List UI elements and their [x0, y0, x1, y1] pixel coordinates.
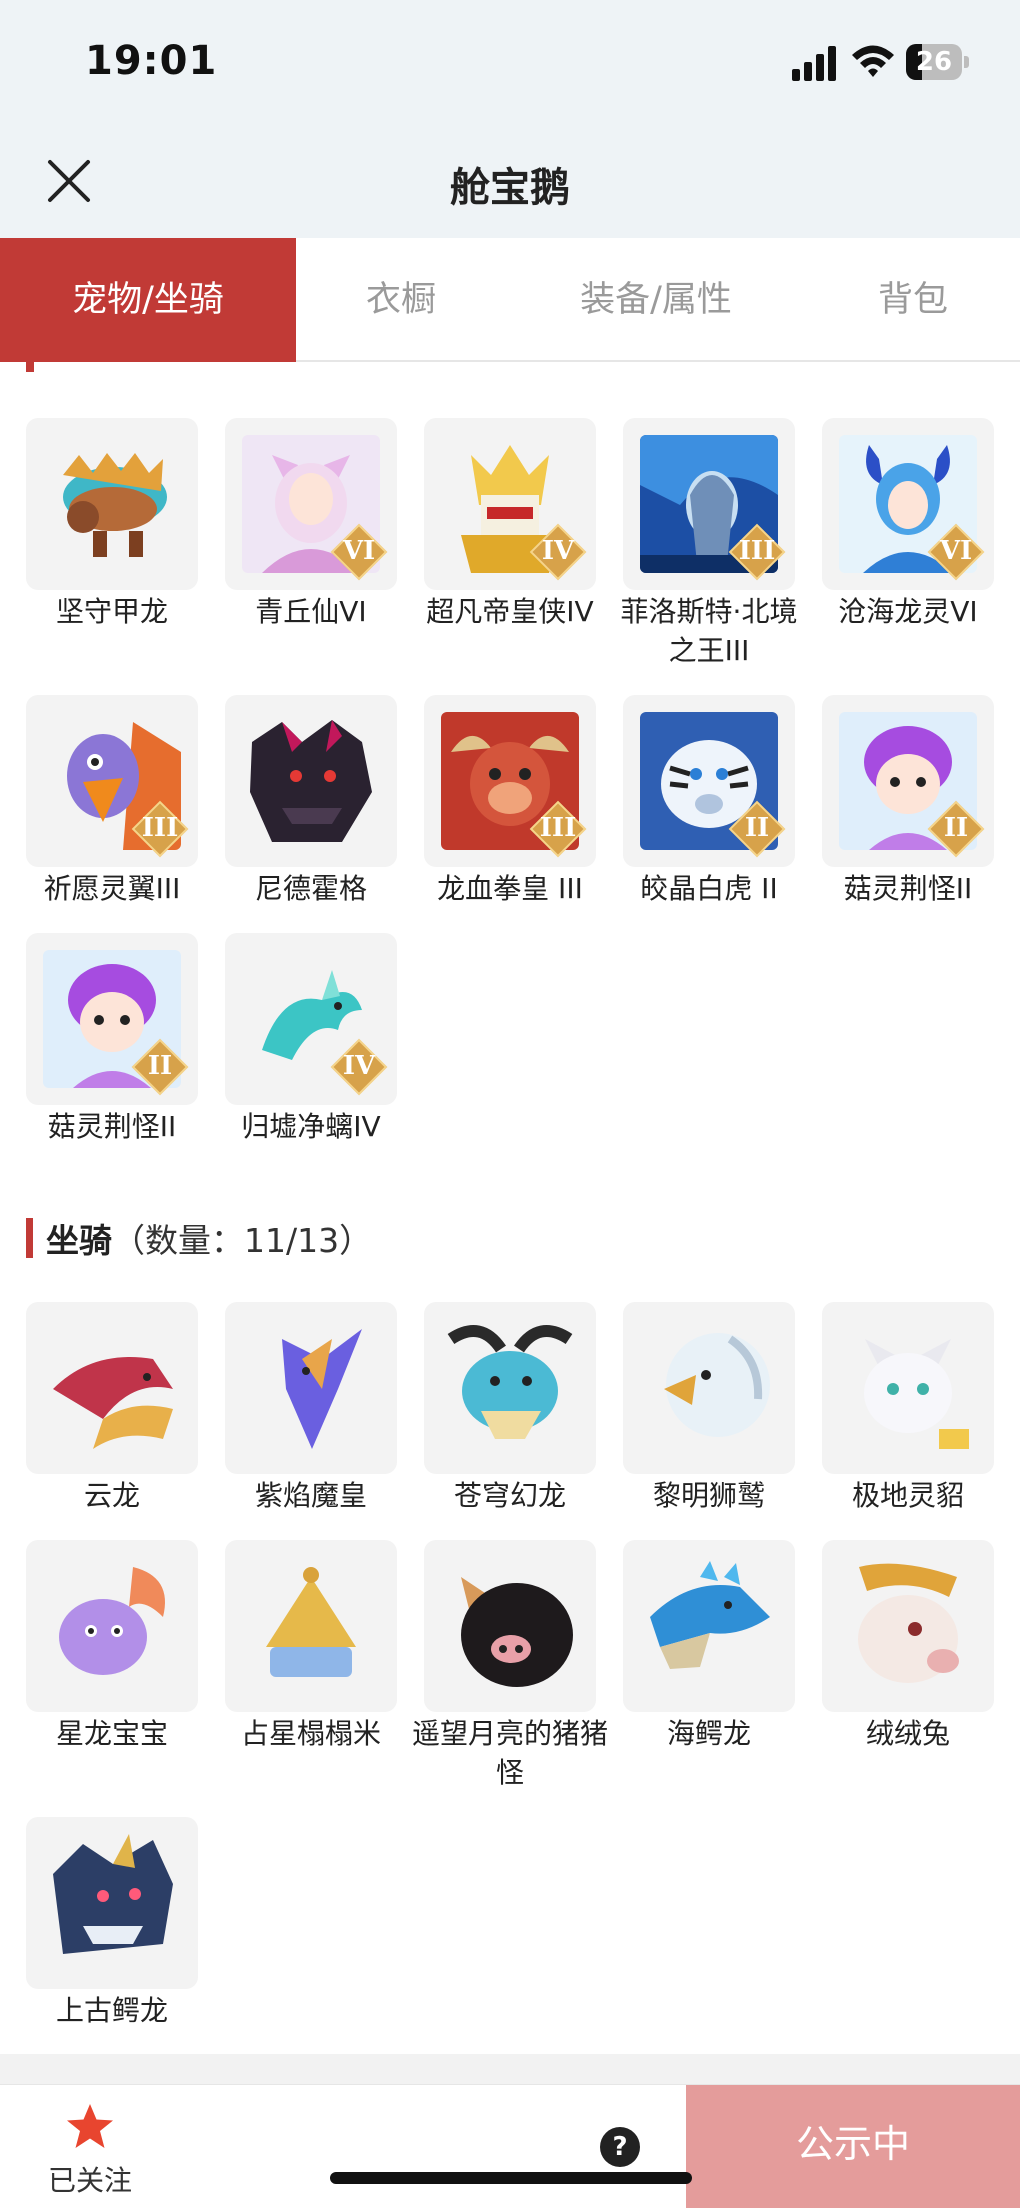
- mounts-section-title: 坐骑: [46, 1221, 112, 1260]
- mount-thumbnail: [225, 1302, 397, 1474]
- pet-name: 菇灵荆怪II: [843, 872, 973, 905]
- pet-thumbnail: III: [26, 695, 198, 867]
- status-time: 19:01: [85, 38, 218, 84]
- pet-thumbnail: III: [623, 418, 795, 590]
- pet-name: 菲洛斯特·北境之王III: [620, 595, 798, 667]
- mount-name: 遥望月亮的猪猪怪: [411, 1717, 608, 1789]
- page-title: 舱宝鹅: [450, 165, 570, 211]
- pets-section-marker: [26, 362, 34, 372]
- pet-name: 祈愿灵翼III: [43, 872, 181, 905]
- purple-flame-phoenix-mount-image: [242, 1319, 380, 1457]
- pet-name: 皎晶白虎 II: [640, 872, 778, 905]
- fluffy-rabbit-mount-image: [839, 1557, 977, 1695]
- public-status-button[interactable]: 公示中: [686, 2085, 1020, 2208]
- tab-backpack[interactable]: 背包: [806, 238, 1020, 362]
- close-icon[interactable]: [44, 156, 94, 206]
- tab-equipment-attributes[interactable]: 装备/属性: [506, 238, 806, 362]
- mounts-count: （数量：11/13）: [112, 1221, 373, 1260]
- star-icon: [67, 2104, 113, 2148]
- mount-thumbnail: [623, 1302, 795, 1474]
- battery-level: 26: [915, 47, 953, 77]
- nav-bar: 舱宝鹅: [0, 130, 1020, 238]
- bottom-action-bar: 已关注 ? 公示中: [0, 2084, 1020, 2208]
- pet-name: 尼德霍格: [254, 872, 367, 905]
- section-divider: [0, 2054, 1020, 2084]
- cellular-signal-icon: [792, 46, 836, 81]
- mount-name: 黎明狮鹫: [652, 1479, 765, 1512]
- tier-badge: III: [728, 523, 786, 581]
- pet-name: 坚守甲龙: [55, 595, 168, 628]
- mount-name: 星龙宝宝: [55, 1717, 168, 1750]
- help-icon[interactable]: ?: [600, 2127, 640, 2167]
- astrology-tatami-mount-image: [242, 1557, 380, 1695]
- cloud-dragon-mount-image: [43, 1319, 181, 1457]
- nidhogg-dragon-pet-image: [242, 712, 380, 850]
- mount-thumbnail: [623, 1540, 795, 1712]
- pet-name: 归墟净螭IV: [241, 1110, 381, 1143]
- moon-gazing-pig-mount-image: [441, 1557, 579, 1695]
- tier-badge: III: [131, 800, 189, 858]
- mount-name: 上古鳄龙: [55, 1994, 168, 2027]
- pet-thumbnail: II: [623, 695, 795, 867]
- sky-phantom-dragon-mount-image: [441, 1319, 579, 1457]
- tier-badge: IV: [529, 523, 587, 581]
- tier-badge: VI: [330, 523, 388, 581]
- pet-name: 龙血拳皇 III: [437, 872, 583, 905]
- mount-name: 云龙: [83, 1479, 140, 1512]
- mount-thumbnail: [26, 1817, 198, 1989]
- pet-thumbnail: [225, 695, 397, 867]
- armored-dragon-pet-image: [43, 435, 181, 573]
- pet-thumbnail: IV: [225, 933, 397, 1105]
- mount-thumbnail: [424, 1302, 596, 1474]
- pet-thumbnail: VI: [822, 418, 994, 590]
- polar-sable-mount-image: [839, 1319, 977, 1457]
- mount-thumbnail: [822, 1302, 994, 1474]
- home-indicator: [330, 2172, 692, 2184]
- mount-name: 海鳄龙: [666, 1717, 751, 1750]
- tier-badge: II: [728, 800, 786, 858]
- mount-thumbnail: [26, 1302, 198, 1474]
- dawn-griffin-mount-image: [640, 1319, 778, 1457]
- ancient-crocodile-dragon-mount-image: [43, 1834, 181, 1972]
- tier-badge: VI: [927, 523, 985, 581]
- tab-bar: 宠物/坐骑 衣橱 装备/属性 背包: [0, 238, 1020, 362]
- tier-badge: II: [927, 800, 985, 858]
- mount-name: 占星榻榻米: [240, 1717, 381, 1750]
- mount-name: 绒绒兔: [865, 1717, 950, 1750]
- wifi-icon: [852, 45, 894, 77]
- status-bar: 19:01 26: [0, 0, 1020, 130]
- follow-button[interactable]: 已关注: [40, 2101, 140, 2201]
- pet-thumbnail: VI: [225, 418, 397, 590]
- pet-name: 菇灵荆怪II: [47, 1110, 177, 1143]
- mount-thumbnail: [225, 1540, 397, 1712]
- pet-name: 超凡帝皇侠IV: [426, 595, 594, 628]
- pet-thumbnail: [26, 418, 198, 590]
- mount-name: 苍穹幻龙: [453, 1479, 566, 1512]
- mount-thumbnail: [822, 1540, 994, 1712]
- star-dragon-baby-mount-image: [43, 1557, 181, 1695]
- tab-pets-mounts[interactable]: 宠物/坐骑: [0, 238, 296, 362]
- battery-icon: 26: [906, 44, 969, 80]
- pet-thumbnail: II: [822, 695, 994, 867]
- sea-crocodile-dragon-mount-image: [640, 1557, 778, 1695]
- mount-thumbnail: [424, 1540, 596, 1712]
- pet-name: 青丘仙VI: [255, 595, 367, 628]
- mount-name: 紫焰魔皇: [254, 1479, 367, 1512]
- tier-badge: II: [131, 1038, 189, 1096]
- pet-thumbnail: II: [26, 933, 198, 1105]
- mount-thumbnail: [26, 1540, 198, 1712]
- pet-thumbnail: IV: [424, 418, 596, 590]
- pet-thumbnail: III: [424, 695, 596, 867]
- tier-badge: III: [529, 800, 587, 858]
- tier-badge: IV: [330, 1038, 388, 1096]
- follow-label: 已关注: [47, 2164, 132, 2197]
- mount-name: 极地灵貂: [851, 1479, 964, 1512]
- tab-wardrobe[interactable]: 衣橱: [296, 238, 506, 362]
- pet-name: 沧海龙灵VI: [838, 595, 978, 628]
